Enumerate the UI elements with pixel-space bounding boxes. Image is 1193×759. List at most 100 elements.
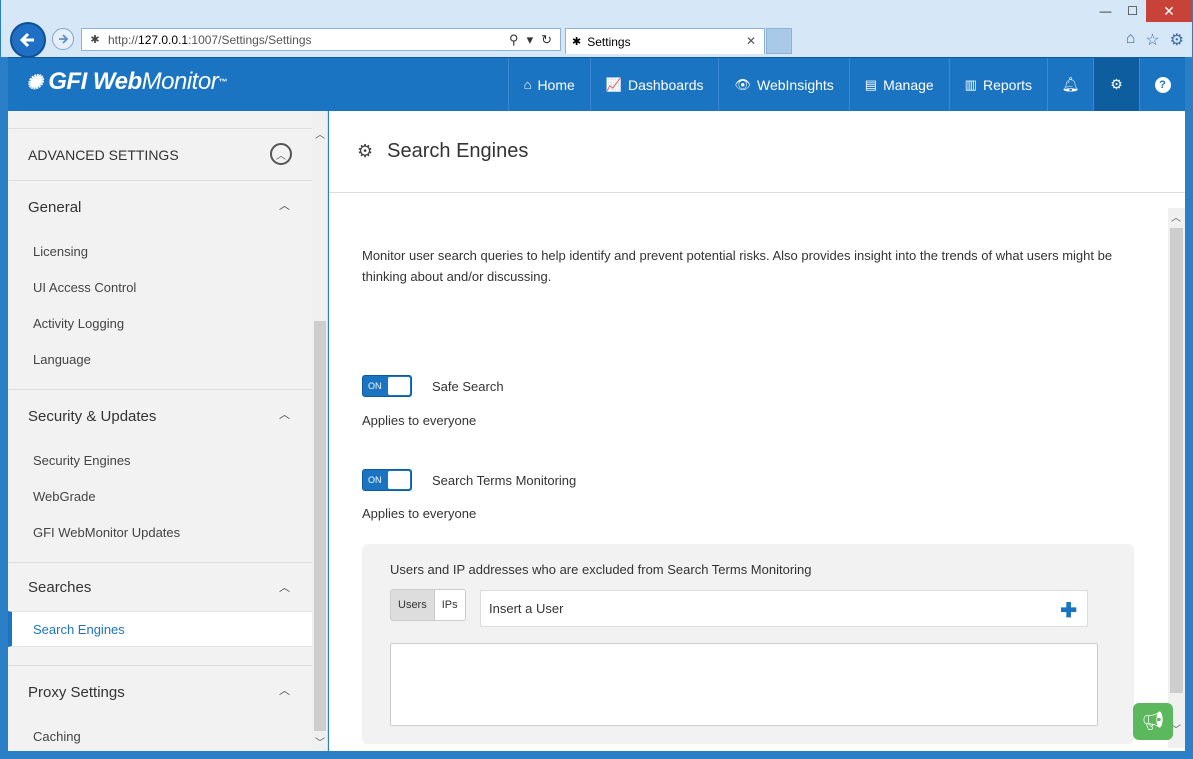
notifications-button[interactable]: 🔔︎	[1047, 58, 1093, 111]
nav-webinsights[interactable]: 👁 WebInsights	[718, 58, 848, 111]
group-title: Searches	[28, 578, 92, 596]
help-button[interactable]: ?	[1139, 58, 1185, 111]
scrollbar-thumb[interactable]	[1170, 228, 1183, 693]
refresh-icon[interactable]: ↻	[541, 32, 552, 48]
maximize-icon[interactable]: ☐	[1119, 0, 1146, 22]
url-host: 127.0.0.1	[138, 32, 189, 47]
back-arrow-icon	[19, 32, 34, 48]
scroll-up-icon[interactable]: ︿	[1168, 208, 1184, 224]
sidebar-item-licensing[interactable]: Licensing	[8, 233, 312, 269]
sidebar-item-language[interactable]: Language	[8, 341, 312, 377]
search-terms-label: Search Terms Monitoring	[432, 472, 577, 488]
insert-user-placeholder: Insert a User	[489, 601, 564, 616]
page-description: Monitor user search queries to help iden…	[362, 248, 1113, 284]
chevron-up-icon[interactable]: ︿	[279, 579, 290, 595]
url-path: :1007/Settings/Settings	[188, 32, 312, 47]
chevron-up-icon[interactable]: ︿	[279, 406, 290, 422]
back-button[interactable]	[10, 22, 46, 58]
toggle-knob	[388, 377, 410, 395]
page-title: Search Engines	[387, 140, 529, 162]
feedback-button[interactable]: 📢︎	[1133, 703, 1173, 740]
nav-home[interactable]: ⌂ Home	[507, 58, 590, 111]
home-icon: ⌂	[523, 77, 532, 92]
sidebar-item-updates[interactable]: GFI WebMonitor Updates	[8, 514, 312, 550]
group-header[interactable]: Security & Updates ︿	[8, 390, 312, 442]
favorites-star-icon[interactable]: ☆	[1145, 30, 1159, 50]
line-chart-icon: 📈	[605, 76, 622, 92]
search-terms-applies: Applies to everyone	[362, 506, 477, 521]
tab-settings[interactable]: ✱ Settings ✕	[565, 28, 765, 54]
sidebar-item-activity-logging[interactable]: Activity Logging	[8, 305, 312, 341]
add-user-plus-icon[interactable]: ✚	[1060, 598, 1077, 623]
megaphone-icon: 📢︎	[1141, 711, 1165, 731]
exclusion-panel: Users and IP addresses who are excluded …	[362, 544, 1134, 744]
window-controls: — ☐ ✕	[1092, 0, 1192, 22]
sidebar-item-ui-access-control[interactable]: UI Access Control	[8, 269, 312, 305]
main-nav: ⌂ Home 📈 Dashboards 👁 WebInsights ▤ Manage ▥…	[507, 58, 1185, 111]
dropdown-icon[interactable]: ▾	[527, 32, 534, 48]
search-icon[interactable]: ⚲	[509, 32, 519, 48]
main-scrollbar[interactable]: ︿ ﹀	[1168, 208, 1185, 748]
gear-icon: ⚙	[1110, 76, 1123, 92]
ips-tab[interactable]: IPs	[434, 590, 465, 620]
excluded-users-list[interactable]	[390, 643, 1098, 726]
page-header: ⚙ Search Engines	[329, 111, 1185, 193]
sidebar-scrollbar[interactable]: ︿ ﹀	[312, 111, 327, 751]
close-window-icon[interactable]: ✕	[1146, 0, 1192, 22]
group-header[interactable]: Searches ︿	[8, 563, 312, 611]
address-bar[interactable]: ✱ http://127.0.0.1:1007/Settings/Setting…	[81, 28, 561, 51]
toggle-knob	[388, 471, 410, 489]
users-ips-switch: Users IPs	[390, 589, 466, 621]
toggle-state: ON	[368, 475, 382, 485]
forward-arrow-icon	[59, 34, 69, 44]
collapse-circle-icon[interactable]: ︿	[270, 143, 292, 165]
group-title: General	[28, 198, 82, 216]
chevron-up-icon[interactable]: ︿	[279, 197, 290, 213]
forward-button[interactable]	[52, 28, 74, 50]
sidebar-group-searches: Searches ︿ Search Engines	[8, 563, 312, 666]
advanced-settings-header[interactable]: ADVANCED SETTINGS ︿	[8, 128, 312, 181]
nav-reports[interactable]: ▥ Reports	[948, 58, 1047, 111]
group-title: Proxy Settings	[28, 683, 125, 701]
close-tab-icon[interactable]: ✕	[746, 34, 756, 48]
settings-gear-icon[interactable]: ⚙	[1170, 30, 1184, 50]
logo-text-light: Monitor	[141, 68, 219, 95]
home-icon[interactable]: ⌂	[1126, 30, 1136, 50]
scroll-down-icon[interactable]: ﹀	[312, 733, 327, 749]
scrollbar-thumb[interactable]	[314, 321, 326, 731]
chevron-up-icon[interactable]: ︿	[279, 682, 290, 698]
users-tab[interactable]: Users	[391, 590, 435, 620]
search-terms-row: ON Search Terms Monitoring	[362, 469, 576, 491]
tab-favicon-icon: ✱	[572, 36, 582, 48]
browser-chrome: ✱ http://127.0.0.1:1007/Settings/Setting…	[1, 0, 1192, 58]
search-terms-toggle[interactable]: ON	[362, 469, 412, 491]
nav-dashboards-label: Dashboards	[627, 76, 704, 93]
scroll-up-icon[interactable]: ︿	[312, 125, 327, 141]
nav-dashboards[interactable]: 📈 Dashboards	[589, 58, 719, 111]
bell-icon: 🔔︎	[1061, 76, 1080, 92]
sidebar-item-webgrade[interactable]: WebGrade	[8, 478, 312, 514]
minimize-icon[interactable]: —	[1092, 0, 1119, 22]
nav-manage[interactable]: ▤ Manage	[848, 58, 949, 111]
sidebar-group-security-updates: Security & Updates ︿ Security Engines Web…	[8, 390, 312, 563]
safe-search-row: ON Safe Search	[362, 375, 504, 397]
settings-button[interactable]: ⚙	[1093, 58, 1139, 111]
sidebar-item-caching[interactable]: Caching	[8, 718, 312, 751]
sidebar-group-general: General ︿ Licensing UI Access Control Act…	[8, 181, 312, 390]
site-favicon-icon: ✱	[90, 34, 100, 46]
app-logo[interactable]: ✺ GFI Web Monitor ™	[26, 68, 227, 96]
sidebar-item-security-engines[interactable]: Security Engines	[8, 442, 312, 478]
exclusion-title: Users and IP addresses who are excluded …	[390, 562, 812, 577]
logo-text-bold: GFI Web	[48, 68, 142, 95]
group-header[interactable]: General ︿	[8, 181, 312, 233]
sidebar-item-search-engines[interactable]: Search Engines	[8, 611, 312, 647]
nav-reports-label: Reports	[982, 76, 1032, 93]
safe-search-applies: Applies to everyone	[362, 413, 477, 428]
group-header[interactable]: Proxy Settings ︿	[8, 666, 312, 718]
nav-home-label: Home	[537, 76, 575, 93]
insert-user-input[interactable]: Insert a User ✚	[480, 590, 1088, 627]
new-tab-button[interactable]	[766, 28, 792, 54]
toggle-state: ON	[368, 381, 382, 391]
eye-icon: 👁	[734, 76, 751, 92]
safe-search-toggle[interactable]: ON	[362, 375, 412, 397]
